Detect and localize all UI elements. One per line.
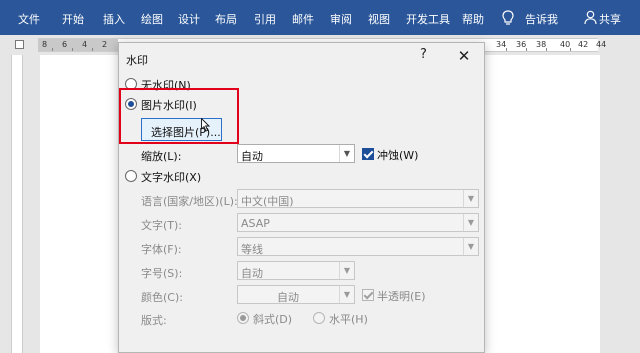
washout-checkbox[interactable]: [362, 148, 374, 160]
chevron-down-icon: ▼: [463, 190, 478, 207]
ruler-tick: [72, 48, 73, 51]
horizontal-radio[interactable]: [313, 312, 325, 324]
language-select[interactable]: 中文(中国) ▼: [237, 189, 479, 208]
diagonal-label[interactable]: 斜式(D): [253, 311, 292, 327]
highlight-box: [119, 88, 239, 144]
scale-value: 自动: [241, 150, 263, 163]
color-select[interactable]: 自动 ▼: [237, 285, 355, 304]
person-icon: [584, 10, 597, 25]
tab-file[interactable]: 文件: [18, 11, 40, 27]
language-value: 中文(中国): [241, 195, 294, 208]
size-select[interactable]: 自动 ▼: [237, 261, 355, 280]
semitransparent-label[interactable]: 半透明(E): [377, 288, 426, 304]
text-label: 文字(T):: [141, 219, 183, 232]
tab-help[interactable]: 帮助: [462, 11, 484, 27]
tab-references[interactable]: 引用: [254, 11, 276, 27]
ruler-number: 6: [62, 40, 68, 49]
text-value: ASAP: [241, 217, 270, 230]
dialog-title: 水印: [126, 54, 148, 67]
tab-developer[interactable]: 开发工具: [406, 11, 450, 27]
color-value: 自动: [277, 291, 299, 304]
tab-selector-icon[interactable]: [15, 40, 24, 49]
tab-layout[interactable]: 布局: [215, 11, 237, 27]
ruler-tick: [92, 48, 93, 51]
horizontal-label[interactable]: 水平(H): [329, 311, 368, 327]
chevron-down-icon: ▼: [463, 214, 478, 231]
ribbon-tab-bar: 文件 开始 插入 绘图 设计 布局 引用 邮件 审阅 视图 开发工具 帮助 告诉…: [0, 0, 640, 35]
ruler-tick: [546, 48, 547, 51]
close-icon[interactable]: ✕: [454, 47, 474, 65]
semitransparent-checkbox[interactable]: [362, 289, 374, 301]
layout-label: 版式:: [141, 314, 167, 327]
tab-home[interactable]: 开始: [62, 11, 84, 27]
lightbulb-icon: [502, 10, 514, 25]
size-label: 字号(S):: [141, 267, 183, 280]
tab-review[interactable]: 审阅: [330, 11, 352, 27]
diagonal-radio[interactable]: [237, 312, 249, 324]
washout-label[interactable]: 冲蚀(W): [377, 147, 418, 163]
ruler-number: 36: [516, 40, 527, 49]
ruler-number: 2: [102, 40, 108, 49]
color-label: 颜色(C):: [141, 291, 183, 304]
text-watermark-label[interactable]: 文字水印(X): [141, 169, 201, 185]
font-select[interactable]: 等线 ▼: [237, 237, 479, 256]
tab-mailings[interactable]: 邮件: [292, 11, 314, 27]
text-watermark-radio[interactable]: [125, 170, 137, 182]
size-value: 自动: [241, 267, 263, 280]
vertical-ruler[interactable]: [11, 55, 23, 353]
tell-me-search[interactable]: 告诉我: [502, 10, 562, 26]
ruler-number: 44: [596, 40, 607, 49]
help-icon[interactable]: ?: [420, 47, 427, 62]
ruler-number: 8: [42, 40, 48, 49]
mouse-cursor-icon: [201, 118, 210, 132]
ruler-number: 38: [536, 40, 547, 49]
chevron-down-icon: ▼: [339, 262, 354, 279]
tab-view[interactable]: 视图: [368, 11, 390, 27]
tell-me-label: 告诉我: [525, 13, 558, 26]
language-label: 语言(国家/地区)(L):: [141, 195, 238, 208]
font-label: 字体(F):: [141, 243, 182, 256]
text-combobox[interactable]: ASAP ▼: [237, 213, 479, 232]
ruler-number: 40: [560, 40, 571, 49]
share-button[interactable]: 共享: [584, 10, 632, 26]
ruler-number: 42: [578, 40, 589, 49]
font-value: 等线: [241, 243, 263, 256]
chevron-down-icon: ▼: [463, 238, 478, 255]
chevron-down-icon: ▼: [339, 145, 354, 162]
ruler-tick: [506, 48, 507, 51]
ruler-number: 34: [496, 40, 507, 49]
ruler-number: 4: [82, 40, 88, 49]
ruler-tick: [526, 48, 527, 51]
share-label: 共享: [599, 13, 621, 26]
ruler-tick: [570, 48, 571, 51]
ruler-tick: [52, 48, 53, 51]
scale-label: 缩放(L):: [141, 150, 182, 163]
tab-design[interactable]: 设计: [178, 11, 200, 27]
chevron-down-icon: ▼: [339, 286, 354, 303]
tab-insert[interactable]: 插入: [103, 11, 125, 27]
scale-select[interactable]: 自动 ▼: [237, 144, 355, 163]
tab-draw[interactable]: 绘图: [141, 11, 163, 27]
